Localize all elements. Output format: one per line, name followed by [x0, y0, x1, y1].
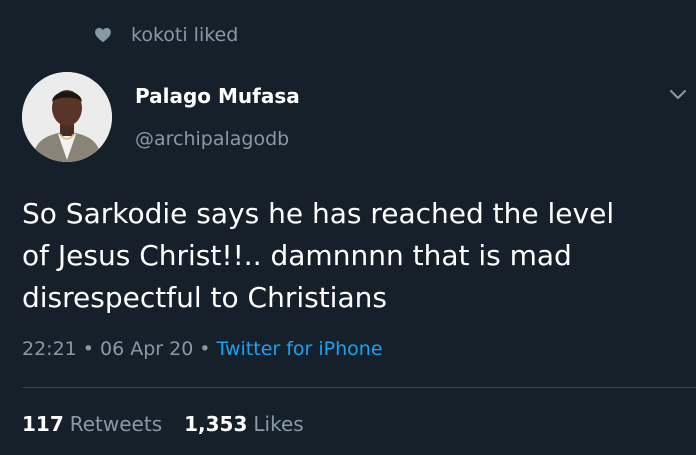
meta-separator: •	[82, 338, 94, 360]
social-context: kokoti liked	[94, 22, 238, 48]
tweet-date[interactable]: 06 Apr 20	[100, 338, 193, 360]
likes-count[interactable]: 1,353	[184, 412, 247, 436]
tweet-text: So Sarkodie says he has reached the leve…	[22, 193, 672, 319]
tweet-time[interactable]: 22:21	[22, 338, 77, 360]
display-name[interactable]: Palago Mufasa	[135, 84, 300, 108]
tweet-source-link[interactable]: Twitter for iPhone	[217, 338, 383, 360]
avatar-photo	[22, 72, 112, 162]
tweet-stats: 117 Retweets 1,353 Likes	[22, 412, 326, 436]
chevron-down-icon[interactable]	[668, 86, 688, 102]
likes-label[interactable]: Likes	[253, 412, 303, 436]
tweet-text-line: disrespectful to Christians	[22, 281, 387, 314]
tweet-text-line: So Sarkodie says he has reached the leve…	[22, 197, 615, 230]
tweet-card: kokoti liked Palago Mufasa @archipalagod…	[0, 0, 696, 455]
retweets-count[interactable]: 117	[22, 412, 64, 436]
social-context-text: kokoti liked	[131, 24, 239, 46]
tweet-meta: 22:21 • 06 Apr 20 • Twitter for iPhone	[22, 338, 383, 360]
meta-separator: •	[199, 338, 211, 360]
handle[interactable]: @archipalagodb	[135, 128, 289, 150]
tweet-text-line: of Jesus Christ!!.. damnnnn that is mad	[22, 239, 572, 272]
heart-icon	[95, 27, 111, 43]
retweets-label[interactable]: Retweets	[70, 412, 162, 436]
avatar[interactable]	[22, 72, 112, 162]
divider	[22, 387, 696, 388]
